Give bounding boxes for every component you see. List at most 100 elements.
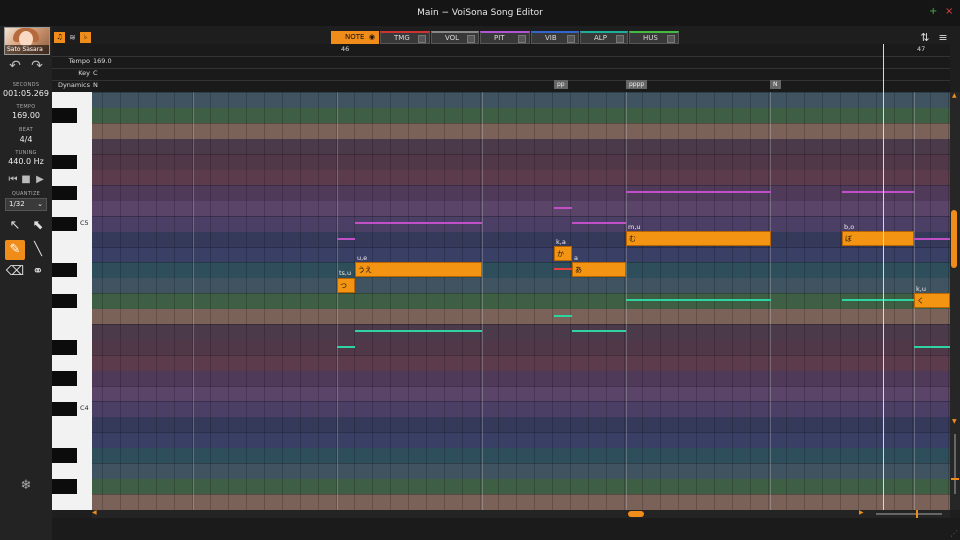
- alpha-segment[interactable]: [572, 330, 626, 332]
- scroll-right-icon[interactable]: ▶: [859, 509, 864, 516]
- tab-pit-checkbox[interactable]: [518, 35, 526, 43]
- arrow-cursor-icon[interactable]: ↖: [5, 216, 25, 236]
- horizontal-zoom-track[interactable]: [876, 513, 942, 515]
- status-bar: ⋰: [52, 518, 960, 540]
- close-icon[interactable]: ×: [945, 6, 953, 18]
- metronome-icon[interactable]: ♫: [54, 32, 65, 43]
- grid-line: [660, 92, 661, 510]
- note-lyric: あ: [575, 266, 582, 274]
- tab-tmg[interactable]: TMG: [380, 31, 430, 44]
- alpha-segment[interactable]: [355, 330, 482, 332]
- note-block[interactable]: つ: [337, 278, 355, 293]
- key-lane-value[interactable]: C: [93, 69, 98, 77]
- note-phoneme: k,u: [916, 285, 926, 293]
- horizontal-scrollbar[interactable]: ◀ ▶: [92, 509, 950, 518]
- black-key[interactable]: [52, 262, 77, 278]
- range-select-icon[interactable]: ⬉: [28, 216, 48, 236]
- alpha-segment[interactable]: [914, 346, 950, 348]
- black-key[interactable]: [52, 185, 77, 201]
- dynamics-mark[interactable]: pp: [554, 80, 568, 89]
- note-phoneme: b,o: [844, 223, 855, 231]
- alpha-segment[interactable]: [554, 315, 572, 317]
- dynamics-mark[interactable]: N: [770, 80, 781, 89]
- vertical-scrollbar[interactable]: ▲ ▼: [950, 92, 960, 510]
- playhead[interactable]: [883, 92, 884, 510]
- tuning-value[interactable]: 440.0 Hz: [0, 157, 52, 166]
- play-icon[interactable]: ▶: [31, 171, 49, 189]
- pitch-segment[interactable]: [626, 191, 771, 193]
- scroll-left-icon[interactable]: ◀: [92, 509, 97, 516]
- note-block[interactable]: あ: [572, 262, 626, 277]
- pitch-segment[interactable]: [914, 238, 950, 240]
- quantize-select[interactable]: 1/32 ⌄: [5, 198, 47, 211]
- pitch-segment[interactable]: [337, 238, 355, 240]
- tab-note[interactable]: NOTE ◉: [331, 31, 379, 44]
- eye-icon[interactable]: ◉: [369, 32, 375, 43]
- grid-line: [858, 92, 859, 510]
- alpha-segment[interactable]: [337, 346, 355, 348]
- redo-icon[interactable]: ↷: [28, 57, 46, 75]
- dynamics-lane-value[interactable]: N: [93, 81, 98, 89]
- black-key[interactable]: [52, 216, 77, 232]
- vertical-zoom-track[interactable]: [954, 434, 956, 494]
- eraser-icon[interactable]: ⌫: [5, 262, 25, 282]
- tab-tmg-label: TMG: [394, 34, 410, 42]
- tab-vib[interactable]: VIB: [531, 31, 579, 44]
- mixer-icon[interactable]: ⇅: [918, 31, 932, 45]
- tab-alp[interactable]: ALP: [580, 31, 628, 44]
- tab-hus[interactable]: HUS: [629, 31, 679, 44]
- pitch-segment[interactable]: [355, 222, 482, 224]
- vertical-scroll-thumb[interactable]: [951, 210, 957, 268]
- maximize-icon[interactable]: +: [929, 6, 937, 18]
- tab-hus-checkbox[interactable]: [667, 35, 675, 43]
- timing-segment[interactable]: [554, 268, 572, 270]
- line-icon[interactable]: ╲: [28, 240, 48, 260]
- scroll-down-icon[interactable]: ▼: [952, 418, 957, 425]
- tab-vib-checkbox[interactable]: [567, 35, 575, 43]
- beat-value[interactable]: 4/4: [0, 135, 52, 144]
- tab-alp-checkbox[interactable]: [616, 35, 624, 43]
- black-key[interactable]: [52, 340, 77, 355]
- dynamics-mark[interactable]: pppp: [626, 80, 648, 89]
- black-key[interactable]: [52, 108, 77, 123]
- alpha-segment[interactable]: [842, 299, 914, 301]
- menu-icon[interactable]: ≡: [936, 31, 950, 45]
- flat-icon[interactable]: ♭: [80, 32, 91, 43]
- horizontal-scroll-thumb[interactable]: [628, 511, 644, 517]
- black-key[interactable]: [52, 293, 77, 309]
- wave-icon[interactable]: ≋: [67, 32, 78, 43]
- grid-line: [138, 92, 139, 510]
- pitch-segment[interactable]: [572, 222, 626, 224]
- alpha-segment[interactable]: [626, 299, 771, 301]
- vertical-zoom-handle[interactable]: [951, 478, 959, 480]
- tempo-value[interactable]: 169.00: [0, 111, 52, 120]
- tab-tmg-checkbox[interactable]: [418, 35, 426, 43]
- black-key[interactable]: [52, 154, 77, 170]
- piano-roll-grid[interactable]: つ ts,u うえ u,e か k,a あ a む m,u ぼ b,o く k,…: [92, 92, 950, 510]
- link-icon[interactable]: ⚭: [28, 262, 48, 282]
- black-key[interactable]: [52, 448, 77, 463]
- piano-keyboard[interactable]: C5 C4: [52, 92, 92, 510]
- tempo-lane-value[interactable]: 169.0: [93, 57, 112, 65]
- snowflake-icon[interactable]: ❄: [16, 476, 36, 496]
- tab-vol-checkbox[interactable]: [467, 35, 475, 43]
- tab-vib-label: VIB: [545, 34, 557, 42]
- pitch-segment[interactable]: [554, 207, 572, 209]
- note-block[interactable]: か: [554, 246, 572, 261]
- undo-icon[interactable]: ↶: [6, 57, 24, 75]
- note-block[interactable]: ぼ: [842, 231, 914, 246]
- tab-pit[interactable]: PIT: [480, 31, 530, 44]
- note-block[interactable]: む: [626, 231, 771, 246]
- tab-vol[interactable]: VOL: [431, 31, 479, 44]
- note-block[interactable]: うえ: [355, 262, 482, 277]
- pencil-icon[interactable]: ✎: [5, 240, 25, 260]
- pitch-segment[interactable]: [842, 191, 914, 193]
- black-key[interactable]: [52, 479, 77, 494]
- black-key[interactable]: [52, 402, 77, 417]
- singer-avatar[interactable]: Sato Sasara: [4, 27, 50, 55]
- resize-grip-icon[interactable]: ⋰: [950, 529, 958, 538]
- scroll-up-icon[interactable]: ▲: [952, 92, 957, 99]
- black-key[interactable]: [52, 371, 77, 386]
- note-block[interactable]: く: [914, 293, 950, 308]
- horizontal-zoom-handle[interactable]: [916, 510, 918, 518]
